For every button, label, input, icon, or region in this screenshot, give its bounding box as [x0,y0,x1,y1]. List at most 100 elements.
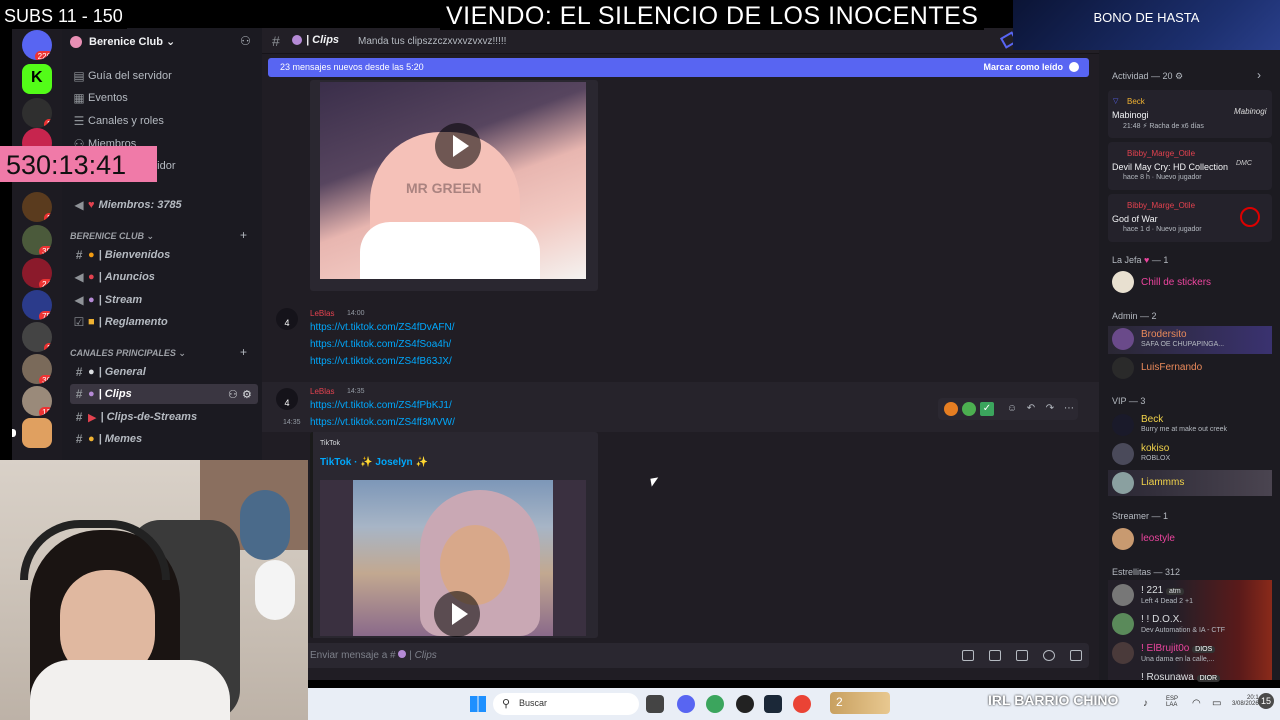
play-button[interactable] [434,591,480,637]
kick-server-icon[interactable]: K [22,64,52,94]
guide-item[interactable]: ▤ Guía del servidor [70,66,258,86]
windows-start-icon[interactable] [470,696,486,712]
chrome-icon[interactable] [793,695,811,713]
avatar[interactable]: 4 [276,388,298,410]
reaction-emoji-icon[interactable] [962,402,976,416]
obs-icon[interactable] [736,695,754,713]
task-view-icon[interactable] [646,695,664,713]
play-button[interactable] [435,123,481,169]
member-name[interactable]: ! ElBrujit0o DIOS [1141,643,1216,654]
sticker-icon[interactable] [1016,650,1028,661]
avatar[interactable] [1112,613,1134,635]
server-icon[interactable]: 1 [22,192,52,222]
add-reaction-icon[interactable]: ☺ [1005,402,1019,416]
server-icon[interactable]: 38 [22,225,52,255]
message-link[interactable]: https://vt.tiktok.com/ZS4fSoa4h/ [310,339,451,350]
members-count-channel[interactable]: ◀ ♥ Miembros: 3785 [70,195,258,215]
category-canales-principales[interactable]: CANALES PRINCIPALES ⌄ [70,348,186,359]
wifi-icon[interactable]: ◠ [1192,698,1201,709]
server-icon[interactable]: 12 [22,386,52,416]
discord-home-icon[interactable]: 226 [22,30,52,60]
mark-read-button[interactable]: Marcar como leído [983,62,1063,72]
channels-roles-item[interactable]: ☰ Canales y roles [70,111,258,131]
server-icon[interactable]: 1 [22,322,52,352]
server-icon[interactable]: 1 [22,98,52,128]
channel-general[interactable]: # ● | General [70,362,258,382]
embed-title[interactable]: TikTok · ✨ Joselyn ✨ [320,457,428,468]
notification-icon[interactable]: 15 [1258,693,1274,709]
discord-taskbar-icon[interactable] [677,695,695,713]
mic-icon[interactable]: ♪ [1143,698,1148,709]
server-icon[interactable]: 36 [22,354,52,384]
battery-icon[interactable]: ▭ [1212,698,1221,709]
avatar[interactable] [1112,584,1134,606]
message-link[interactable]: https://vt.tiktok.com/ZS4fDvAFN/ [310,322,454,333]
server-name[interactable]: Berenice Club ⌄ [89,35,175,48]
gif-icon[interactable] [989,650,1001,661]
avatar[interactable] [1112,357,1134,379]
channel-bienvenidos[interactable]: # ● | Bienvenidos [70,245,258,265]
avatar[interactable] [1112,528,1134,550]
avatar[interactable] [1112,443,1134,465]
member-name[interactable]: Liammms [1141,477,1184,488]
emoji-icon[interactable] [1043,650,1055,661]
add-member-icon[interactable]: ⚇ [240,34,251,48]
embed-provider: TikTok [320,440,340,447]
reply-icon[interactable]: ↶ [1024,402,1038,416]
more-icon[interactable]: ⋯ [1062,402,1076,416]
message-author[interactable]: LeBlas [310,387,334,396]
message-link[interactable]: https://vt.tiktok.com/ZS4ff3MVW/ [310,417,455,428]
add-channel-icon[interactable]: + [240,345,247,359]
check-icon[interactable]: ✓ [980,402,994,416]
server-icon[interactable]: 75 [22,290,52,320]
channel-reglamento[interactable]: ☑ ■ | Reglamento [70,312,258,332]
chrome-icon[interactable] [706,695,724,713]
channel-clips-de-streams[interactable]: # ▶ | Clips-de-Streams [70,407,258,427]
server-icon-selected[interactable] [22,418,52,448]
avatar[interactable] [1112,642,1134,664]
channel-memes[interactable]: # ● | Memes [70,429,258,449]
mark-read-icon[interactable] [1069,62,1079,72]
chevron-right-icon[interactable]: › [1257,68,1261,82]
channel-stream[interactable]: ◀ ● | Stream [70,290,258,310]
member-name[interactable]: ! Rosunawa DIOR [1141,672,1221,683]
invite-icon[interactable]: ⚇ [228,388,238,401]
clock[interactable]: 20:1 3/08/2026 [1232,695,1259,707]
message-link[interactable]: https://vt.tiktok.com/ZS4fPbKJ1/ [310,400,452,411]
avatar[interactable] [1112,472,1134,494]
message-link[interactable]: https://vt.tiktok.com/ZS4fB63JX/ [310,356,452,367]
avatar[interactable] [1112,414,1134,436]
member-name[interactable]: kokiso [1141,443,1169,454]
member-name[interactable]: Beck [1141,414,1163,425]
member-name[interactable]: Chill de stickers [1141,277,1211,288]
member-name[interactable]: leostyle [1141,533,1175,544]
server-icon[interactable]: 24 [22,258,52,288]
member-name[interactable]: ! ! D.O.X. [1141,614,1182,625]
forward-icon[interactable]: ↷ [1043,402,1057,416]
apps-icon[interactable] [1070,650,1082,661]
channel-clips[interactable]: # ● | Clips ⚇ ⚙ [70,384,258,404]
unread-badge: 38 [39,246,52,255]
member-name[interactable]: LuisFernando [1141,362,1202,373]
events-item[interactable]: ▦ Eventos [70,88,258,108]
channel-anuncios[interactable]: ◀ ● | Anuncios [70,267,258,287]
reaction-emoji-icon[interactable] [944,402,958,416]
new-messages-bar[interactable]: 23 mensajes nuevos desde las 5:20 Marcar… [268,58,1089,77]
video-thumbnail[interactable]: MR GREEN [320,82,586,279]
settings-gear-icon[interactable]: ⚙ [242,388,252,401]
member-name[interactable]: Brodersito [1141,329,1187,340]
unread-badge: 75 [39,311,52,320]
member-name[interactable]: ! 221 atm [1141,585,1184,596]
subs-counter: SUBS 11 - 150 [0,4,127,29]
gift-icon[interactable] [962,650,974,661]
add-channel-icon[interactable]: + [240,228,247,242]
server-name-text: Berenice Club [89,36,163,48]
language-indicator[interactable]: ESP LAA [1166,696,1178,708]
category-berenice-club[interactable]: BERENICE CLUB ⌄ [70,231,154,242]
taskbar-search[interactable]: Buscar [493,693,639,715]
message-author[interactable]: LeBlas [310,309,334,318]
steam-icon[interactable] [764,695,782,713]
avatar[interactable] [1112,271,1134,293]
avatar[interactable]: 4 [276,308,298,330]
avatar[interactable] [1112,328,1134,350]
